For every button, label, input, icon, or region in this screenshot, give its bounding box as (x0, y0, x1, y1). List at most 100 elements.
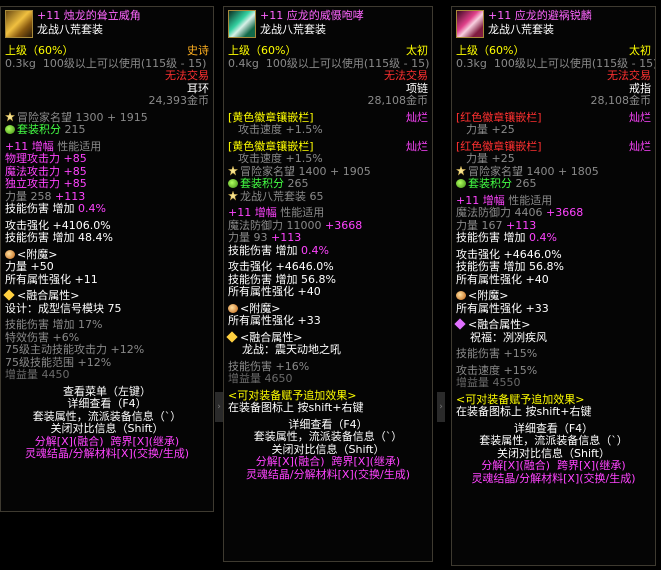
skill-damage2-value: 48.4% (78, 231, 113, 244)
all-stat-bonus: 所有属性强化 +40 (228, 285, 321, 298)
price-row: 28,108金币 (452, 94, 655, 108)
ring-item-icon[interactable] (456, 10, 484, 38)
fame-value: 1400 + 1905 (298, 164, 371, 178)
item-title: +11 烛龙的耸立威角 (37, 9, 141, 22)
set-points-row: 套装积分 265 (452, 177, 655, 191)
price-row: 24,393金币 (1, 94, 213, 108)
amp-stat-value: +85 (63, 152, 87, 165)
compare-arrow-icon: › (215, 392, 223, 422)
fame-value: 1400 + 1805 (526, 164, 599, 178)
amp-label: 增幅 (254, 206, 277, 219)
enchant-line: 所有属性强化 +11 (5, 272, 98, 286)
emblem-tag: 灿烂 (406, 139, 428, 153)
skill-damage-value: 0.4% (78, 202, 106, 215)
skill-damage2-row: 技能伤害 增加 48.4% (1, 231, 213, 245)
skill-damage-value: 0.4% (529, 231, 557, 244)
item-tooltip-ring: +11 应龙的避祸锐麟 龙战八荒套装 上级（60%） 太初 0.3kg 100级以… (451, 6, 656, 566)
emblem-tag: 灿烂 (629, 139, 651, 153)
mdef-label: 魔法防御力 11000 (228, 218, 322, 232)
fame-label: 冒险家名望 (17, 110, 72, 124)
set-points-label: 套装积分 (17, 123, 61, 136)
amp-label: 增幅 (482, 193, 505, 207)
item-set-name: 龙战八荒套装 (488, 23, 554, 36)
disassemble-hint: 分解[X](融合) (34, 434, 104, 448)
strength-bonus: +113 (271, 231, 302, 244)
fusion-icon (226, 330, 238, 343)
amp-prefix: +11 (5, 139, 29, 153)
enchant-icon (228, 303, 238, 313)
grade: 上级（60%） (228, 44, 297, 57)
fusion-stat: 75级主动技能攻击力 +12% (5, 343, 145, 356)
amp-stat-label: 魔法攻击力 (5, 164, 60, 178)
strength-base: 258 (30, 189, 52, 203)
skill-damage2-row: 技能伤害 增加 56.8% (452, 260, 655, 274)
emblem-slot-label: [红色徽章镶嵌栏] (456, 110, 542, 124)
enchant-label: <附魔> (240, 301, 281, 315)
fusion-header: <融合属性> (1, 289, 213, 303)
mdef-label: 魔法防御力 4406 (456, 206, 543, 219)
skill-damage-row: 技能伤害 增加 0.4% (452, 231, 655, 245)
all-stat-bonus: 所有属性强化 +40 (456, 272, 549, 286)
fame-value: 1300 + 1915 (75, 110, 148, 124)
weight: 0.4kg (228, 56, 259, 70)
strength-bonus: +113 (506, 218, 537, 232)
disassemble-hint: 分解[X](融合) (255, 455, 325, 468)
detail-view-hint: 详细查看（F4） (67, 397, 147, 410)
fame-icon (5, 111, 15, 122)
disassemble-row: 分解[X](融合) 跨界[X](继承) (452, 459, 655, 473)
set-points-icon (5, 125, 15, 134)
grade: 上级（60%） (456, 44, 525, 57)
mdef-bonus: +3668 (546, 206, 584, 219)
skill-damage-row: 技能伤害 增加 0.4% (1, 202, 213, 216)
set-points-icon (228, 179, 238, 188)
necklace-item-icon[interactable] (228, 10, 256, 38)
item-title: +11 应龙的避祸锐麟 (488, 9, 592, 22)
close-compare-hint: 关闭对比信息（Shift） (50, 422, 164, 435)
set-points-value: 215 (64, 123, 86, 136)
price: 28,108金币 (590, 94, 652, 107)
weight: 0.3kg (5, 56, 36, 70)
fame-icon (228, 165, 238, 176)
fusion-stat: 技能伤害 +15% (456, 347, 538, 360)
grade: 上级（60%） (5, 44, 74, 57)
emblem-tag: 灿烂 (629, 110, 651, 124)
skill-damage-row: 技能伤害 增加 0.4% (224, 244, 432, 258)
amp-label: 增幅 (31, 139, 54, 153)
emblem-stat: 力量 +25 (466, 123, 515, 136)
extra-effect-hint: 在装备图标上 按shift+右键 (456, 405, 592, 418)
compare-arrow-icon: › (437, 392, 445, 422)
crossworld-hint: 跨界[X](继承) (331, 455, 401, 468)
skill-damage2-value: 56.8% (529, 260, 564, 273)
set-points-label: 套装积分 (240, 177, 284, 190)
tooltip-header: +11 应龙的威慑咆哮 龙战八荒套装 (224, 7, 432, 45)
set-points-row: 套装积分 215 (1, 123, 213, 137)
skill-damage2-label: 技能伤害 (5, 231, 49, 244)
strength-bonus: +113 (55, 189, 86, 203)
skill-damage-label: 技能伤害 (5, 202, 49, 215)
amp-note: 性能适用 (508, 193, 553, 207)
amp-note: 性能适用 (57, 139, 102, 153)
fusion-header: <融合属性> (452, 318, 655, 332)
enchant-header: <附魔> (452, 289, 655, 303)
skill-damage2-value: 56.8% (301, 272, 336, 286)
fusion-stat: 技能伤害 增加 17% (5, 318, 103, 331)
soul-crystal-hint: 灵魂结晶/分解材料[X](交换/生成) (24, 447, 190, 460)
weight: 0.3kg (456, 56, 487, 70)
crossworld-hint: 跨界[X](继承) (557, 459, 626, 472)
trade-row: 无法交易 (224, 69, 432, 83)
fusion-icon (454, 318, 466, 330)
fusion-label: <融合属性> (240, 330, 303, 344)
amp-stat-value: +85 (63, 177, 87, 190)
item-title: +11 应龙的威慑咆哮 (260, 9, 364, 22)
soul-crystal-hint: 灵魂结晶/分解材料[X](交换/生成) (471, 471, 636, 485)
skill-damage-inc: 增加 (503, 231, 526, 244)
buff-power: 增益量 4650 (228, 372, 293, 385)
trade-status: 无法交易 (165, 69, 209, 82)
item-set-name: 龙战八荒套装 (260, 23, 326, 36)
earring-item-icon[interactable] (5, 10, 33, 38)
fusion-design: 设计：成型信号模块 75 (5, 301, 122, 315)
emblem-stat: 攻击速度 +1.5% (238, 123, 323, 136)
item-tooltip-earring: +11 烛龙的耸立威角 龙战八荒套装 上级（60%） 史诗 0.3kg 100级以… (0, 6, 214, 512)
skill-damage2-label: 技能伤害 (456, 260, 500, 273)
strength-label: 力量 (228, 231, 250, 244)
